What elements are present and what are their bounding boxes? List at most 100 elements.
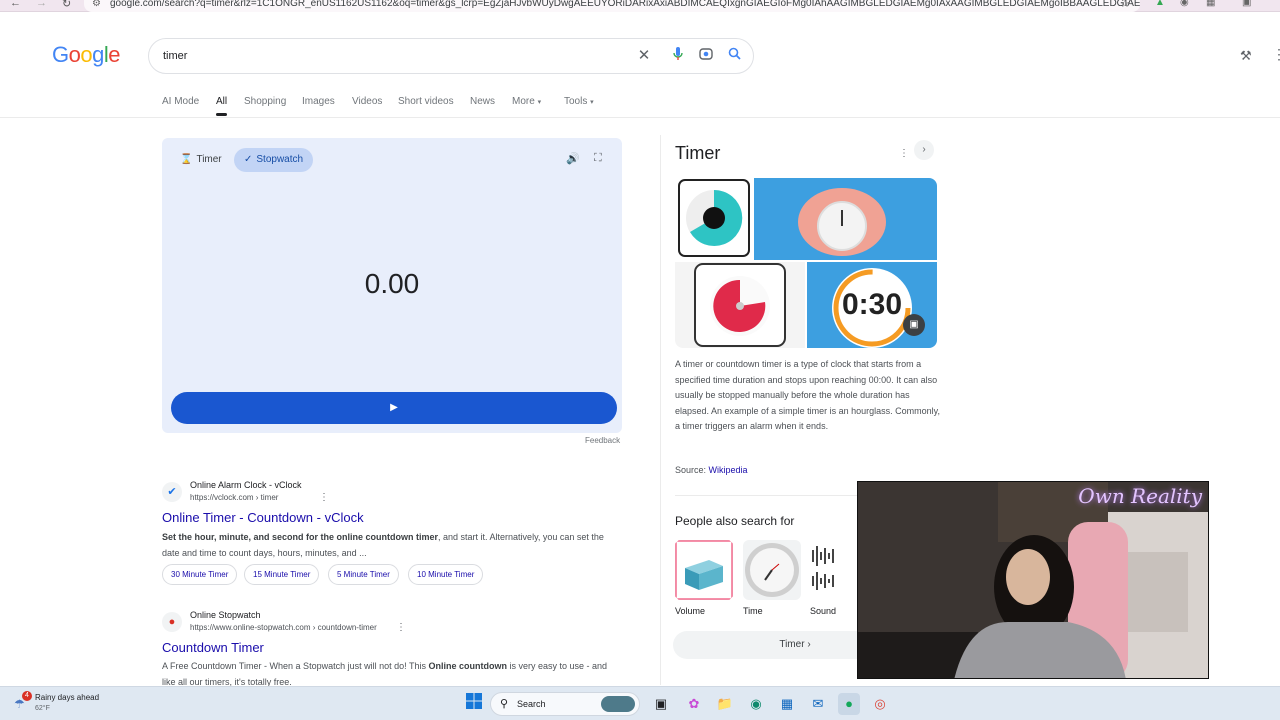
pas-item-volume[interactable]: Volume [675, 540, 733, 616]
chip-5-minute-timer[interactable]: 5 Minute Timer [328, 564, 399, 585]
image-red-timer[interactable] [675, 262, 805, 348]
site-info-icon[interactable]: ⚙ [92, 0, 101, 12]
logo-letter: o [80, 42, 93, 67]
clear-icon[interactable]: ✕ [635, 47, 653, 65]
webcam-scene-svg [858, 482, 1208, 678]
tab-shopping[interactable]: Shopping [244, 96, 286, 107]
result-site-name: Online Alarm Clock - vClock [190, 480, 302, 490]
cube-svg [675, 540, 733, 600]
wikipedia-link[interactable]: Wikipedia [709, 465, 748, 475]
taskbar-search-box[interactable]: ⚲ Search [490, 692, 640, 716]
more-options-icon[interactable]: ⋮ [899, 148, 909, 159]
chip-15-minute-timer[interactable]: 15 Minute Timer [244, 564, 320, 585]
online-stopwatch-favicon: ● [162, 612, 182, 632]
search-highlight-image-icon [601, 696, 635, 712]
copilot-icon[interactable]: ✿ [683, 693, 705, 715]
labs-flask-icon[interactable]: ⚒ [1240, 48, 1252, 64]
reload-icon[interactable]: ↻ [62, 0, 71, 10]
chevron-right-icon: › [807, 639, 811, 650]
drive-extension-icon[interactable]: ▲ [1155, 0, 1165, 8]
tab-short-videos[interactable]: Short videos [398, 96, 454, 107]
tab-tools[interactable]: Tools ▾ [564, 96, 594, 107]
result-site-name: Online Stopwatch [190, 610, 261, 620]
chrome-icon[interactable]: ◎ [869, 693, 891, 715]
puzzle-extensions-icon[interactable]: ▦ [1206, 0, 1215, 8]
search-icon[interactable] [725, 47, 743, 65]
image-gallery-icon[interactable]: ▣ [903, 314, 925, 336]
weather-text: Rainy days ahead [35, 693, 100, 702]
image-countdown-030[interactable]: 0:30 ▣ [807, 262, 937, 348]
search-icon: ⚲ [500, 698, 509, 710]
play-icon: ▶ [390, 402, 398, 413]
image-time-timer-teal[interactable] [675, 178, 753, 260]
snippet-bold: Set the hour, minute, and second for the… [162, 532, 439, 542]
address-text: google.com/search?q=timer&rlz=1C1ONGR_en… [110, 0, 1140, 9]
lens-camera-icon[interactable] [697, 47, 715, 65]
extension-icon[interactable]: ◉ [1180, 0, 1189, 8]
result-title-link[interactable]: Countdown Timer [162, 640, 264, 655]
image-hand-stopwatch[interactable] [754, 178, 937, 260]
task-view-icon[interactable]: ▣ [650, 693, 672, 715]
microsoft-store-icon[interactable]: ▦ [776, 693, 798, 715]
checkmark-icon: ✓ [244, 154, 253, 165]
file-explorer-icon[interactable]: 📁 [714, 693, 736, 715]
header-divider [0, 117, 1280, 118]
stopwatch-mode-tab[interactable]: ✓ Stopwatch [234, 148, 314, 172]
teal-timer-svg [678, 179, 750, 257]
profile-icon[interactable]: ▣ [1242, 0, 1251, 8]
stopwatch-widget: ⌛ Timer ✓ Stopwatch 🔊 ⛶ 0.00 ▶ [162, 138, 622, 433]
result-title-link[interactable]: Online Timer - Countdown - vClock [162, 510, 364, 525]
forward-icon[interactable]: → [36, 0, 47, 9]
search-result: ● Online Stopwatch https://www.online-st… [162, 610, 632, 687]
tab-ai-mode[interactable]: AI Mode [162, 96, 199, 107]
back-icon[interactable]: ← [10, 0, 21, 9]
timer-mode-tab[interactable]: ⌛ Timer [170, 148, 232, 172]
tab-videos[interactable]: Videos [352, 96, 382, 107]
edge-browser-icon[interactable]: ◉ [745, 693, 767, 715]
knowledge-panel-source: Source: Wikipedia [675, 465, 748, 475]
microphone-icon[interactable] [669, 47, 687, 65]
clock-thumbnail [743, 540, 801, 600]
start-button[interactable]: ▶ [171, 392, 617, 424]
vclock-favicon: ✔ [162, 482, 182, 502]
more-options-icon[interactable]: ⋮ [319, 492, 329, 503]
outlook-icon[interactable]: ✉ [807, 693, 829, 715]
windows-start-icon[interactable] [463, 693, 485, 715]
chevron-down-icon: ▾ [537, 99, 542, 106]
people-also-search-heading: People also search for [675, 514, 795, 528]
logo-letter: G [52, 42, 69, 67]
address-bar[interactable]: ⚙ google.com/search?q=timer&rlz=1C1ONGR_… [84, 0, 1140, 12]
chevron-right-icon[interactable]: › [914, 140, 934, 160]
tab-more[interactable]: More ▾ [512, 96, 541, 107]
tab-more-label: More [512, 96, 535, 107]
stopwatch-tab-label: Stopwatch [256, 154, 304, 165]
google-logo[interactable]: Google [52, 42, 121, 68]
tab-tools-label: Tools [564, 96, 588, 107]
bookmark-star-icon[interactable]: ☆ [1120, 0, 1130, 10]
search-input[interactable] [163, 47, 603, 65]
logo-letter: e [108, 42, 121, 67]
knowledge-panel-description: A timer or countdown timer is a type of … [675, 359, 940, 431]
chip-30-minute-timer[interactable]: 30 Minute Timer [162, 564, 238, 585]
volume-icon[interactable]: 🔊 [566, 152, 580, 165]
hand-stopwatch-svg [798, 188, 886, 256]
knowledge-panel-images: 0:30 ▣ [675, 178, 937, 348]
weather-badge: 4 [22, 691, 32, 701]
lens-svg [699, 48, 713, 60]
obs-app-icon[interactable]: ● [838, 693, 860, 715]
logo-letter: g [92, 42, 104, 67]
tab-all[interactable]: All [216, 96, 228, 116]
search-box: ✕ [148, 38, 754, 74]
apps-menu-icon[interactable]: ⋮ [1272, 46, 1280, 63]
webcam-overlay: Own Reality [857, 481, 1209, 679]
chip-10-minute-timer[interactable]: 10 Minute Timer [408, 564, 484, 585]
tab-images[interactable]: Images [302, 96, 335, 107]
red-timer-svg [694, 263, 786, 347]
tab-news[interactable]: News [470, 96, 495, 107]
clock-svg [745, 543, 799, 597]
volume-thumbnail [675, 540, 733, 600]
more-options-icon[interactable]: ⋮ [396, 622, 406, 633]
pas-item-time[interactable]: Time [743, 540, 801, 616]
fullscreen-icon[interactable]: ⛶ [594, 152, 602, 165]
feedback-link[interactable]: Feedback [585, 436, 620, 445]
